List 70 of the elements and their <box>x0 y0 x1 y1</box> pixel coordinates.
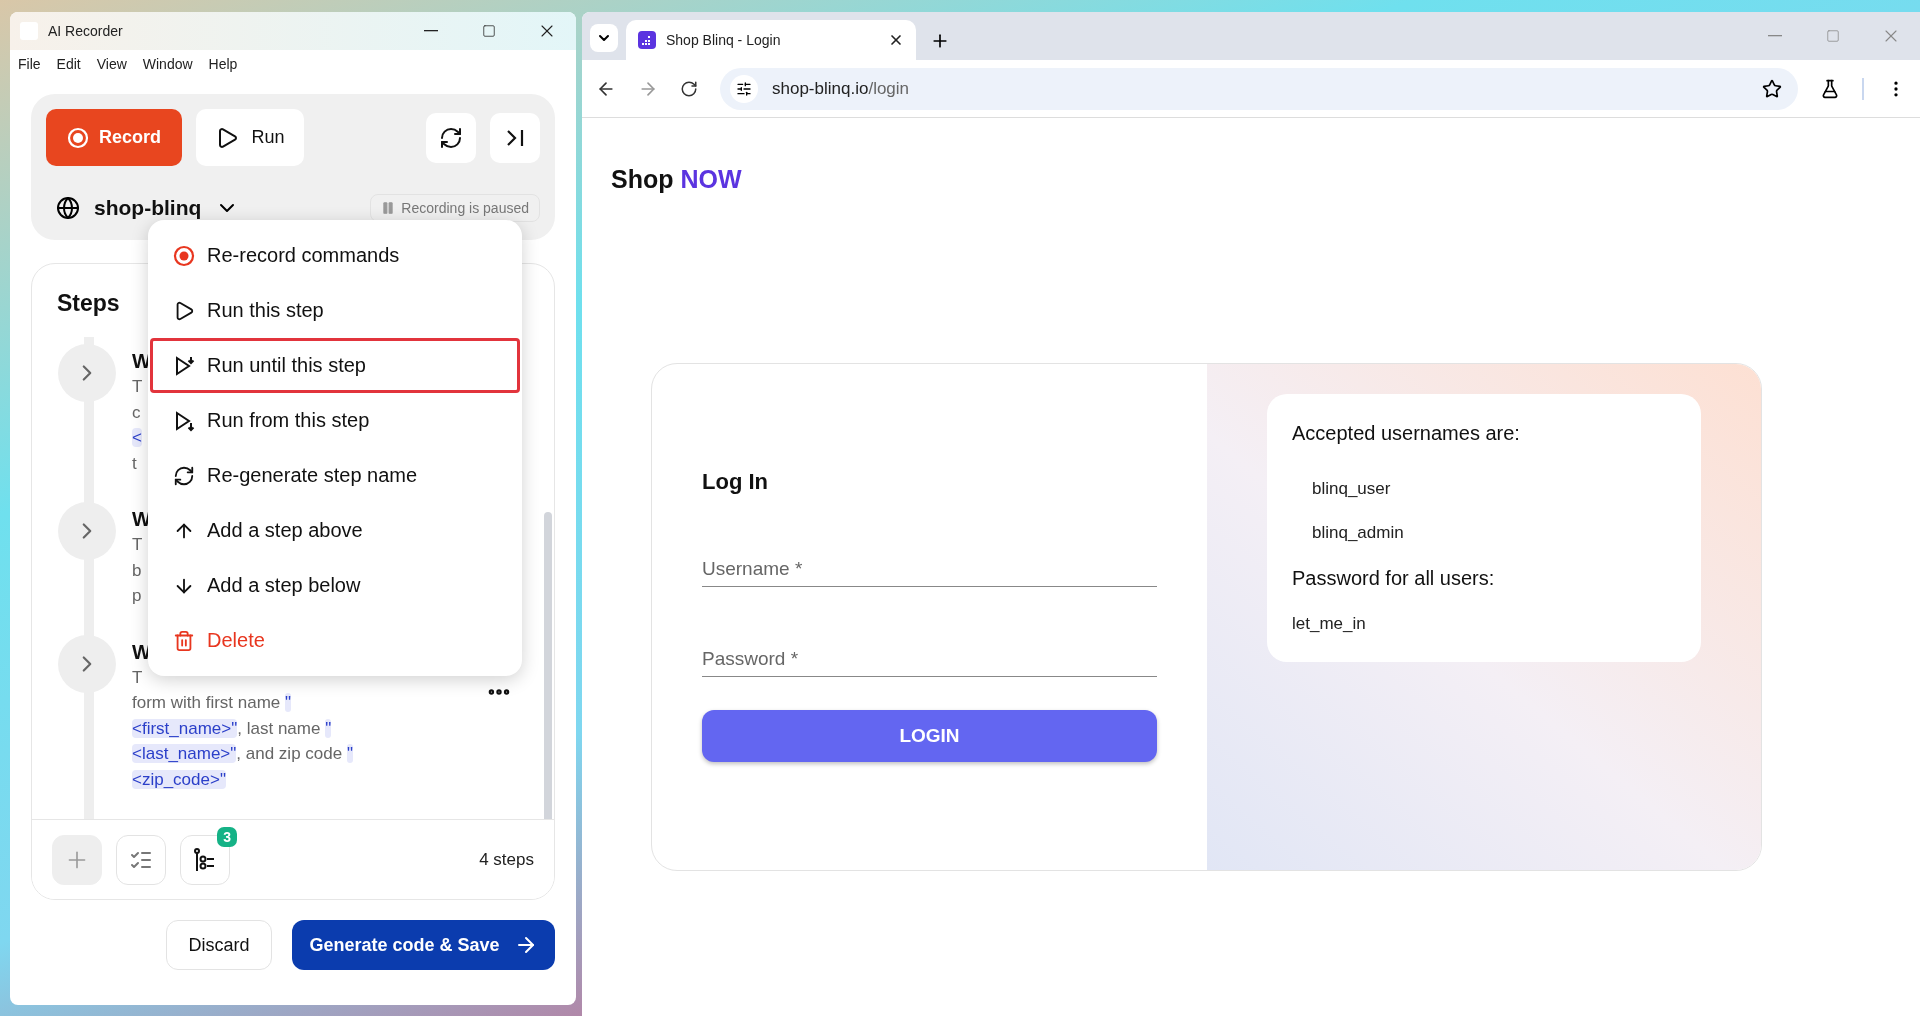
context-menu-item[interactable]: Run until this step <box>150 338 520 393</box>
tab-search-button[interactable] <box>590 24 618 52</box>
address-bar[interactable]: shop-blinq.io/login <box>720 67 1798 110</box>
pause-icon <box>381 201 396 215</box>
login-title: Log In <box>702 469 768 495</box>
login-button[interactable]: LOGIN <box>702 710 1157 762</box>
step-description-line: p <box>132 585 142 607</box>
step-description-line: form with first name " <box>132 692 292 714</box>
trash-icon <box>173 629 195 652</box>
discard-button[interactable]: Discard <box>166 920 272 970</box>
globe-icon <box>56 196 80 220</box>
menu-item[interactable]: Edit <box>56 56 81 72</box>
count-badge: 3 <box>217 826 237 847</box>
flask-icon[interactable] <box>1820 78 1840 99</box>
context-menu-item[interactable]: Re-record commands <box>150 228 520 283</box>
step-description-line: <first_name>", last name " <box>132 717 332 740</box>
context-menu-item[interactable]: Delete <box>150 613 520 668</box>
step-description-line: < <box>132 427 142 449</box>
skip-to-end-button[interactable] <box>490 112 540 163</box>
minimize-icon <box>424 30 438 32</box>
record-icon <box>173 244 195 267</box>
step-description-line: t <box>132 452 137 475</box>
maximize-icon <box>482 24 496 38</box>
maximize-icon <box>1826 29 1840 43</box>
minimize-icon <box>1768 35 1782 37</box>
play-with-arrow-icon <box>173 409 195 432</box>
close-tab-icon[interactable] <box>888 32 904 48</box>
step-description-line: c <box>132 401 141 424</box>
scrollbar[interactable] <box>544 512 552 819</box>
step-description-line: <last_name>", and zip code " <box>132 743 353 765</box>
menu-item[interactable]: File <box>18 56 41 72</box>
reload-button[interactable] <box>680 79 698 98</box>
play-with-arrow-icon <box>173 354 195 377</box>
info-heading: Accepted usernames are: <box>1292 422 1520 445</box>
bookmark-star-icon[interactable] <box>1762 78 1782 99</box>
step-count: 4 steps <box>479 849 534 870</box>
username-text: blinq_user <box>1312 479 1391 499</box>
url-text: shop-blinq.io/login <box>772 78 911 99</box>
username-text: blinq_admin <box>1312 523 1404 543</box>
menu-item[interactable]: Window <box>142 56 193 72</box>
window-title: AI Recorder <box>48 23 124 39</box>
reload-icon <box>680 79 698 98</box>
menu-item[interactable]: Help <box>208 56 238 72</box>
refresh-icon <box>439 125 463 150</box>
password-text: let_me_in <box>1292 614 1366 634</box>
shop-logo: Shop NOW <box>611 165 742 194</box>
info-heading: Password for all users: <box>1292 567 1495 590</box>
context-menu-item[interactable]: Add a step below <box>150 558 520 613</box>
record-icon <box>67 126 89 149</box>
step-description-line: b <box>132 559 142 582</box>
site-settings-icon[interactable] <box>730 74 758 103</box>
record-button[interactable]: Record <box>46 109 182 166</box>
site-favicon-icon <box>638 31 656 49</box>
refresh-button[interactable] <box>426 112 476 163</box>
context-menu-item[interactable]: Add a step above <box>150 503 520 558</box>
step-description-line: T <box>132 534 143 556</box>
steps-title: Steps <box>57 290 120 317</box>
browser-tab[interactable]: Shop Blinq - Login <box>626 20 916 60</box>
refresh-icon <box>173 464 195 487</box>
step-description-line: T <box>132 376 143 398</box>
context-menu-item[interactable]: Run this step <box>150 283 520 338</box>
run-button[interactable]: Run <box>196 109 304 166</box>
menu-item[interactable]: View <box>96 56 127 72</box>
context-menu-item[interactable]: Re-generate step name <box>150 448 520 503</box>
context-menu-item[interactable]: Run from this step <box>150 393 520 448</box>
branches-button[interactable] <box>180 834 230 885</box>
save-button[interactable]: Generate code & Save <box>292 920 555 970</box>
step-description-line: T <box>132 666 143 689</box>
site-name[interactable]: shop-blinq <box>94 196 202 220</box>
checklist-button[interactable] <box>116 834 166 885</box>
